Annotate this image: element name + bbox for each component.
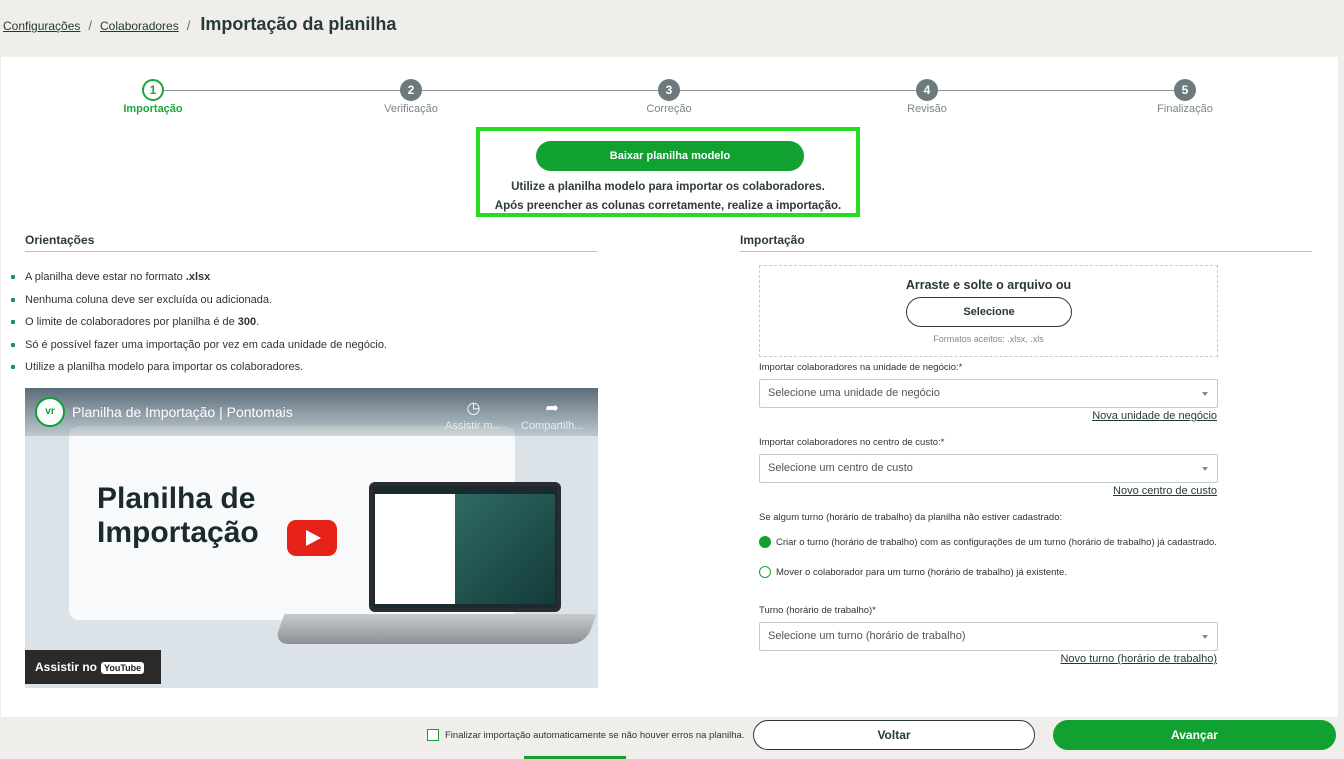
import-title: Importação (740, 233, 805, 247)
step-label: Importação (123, 103, 183, 115)
step-label: Verificação (384, 103, 438, 115)
new-unit-link[interactable]: Nova unidade de negócio (1092, 410, 1217, 422)
template-instructions-line2: Após preencher as colunas corretamente, … (494, 200, 842, 212)
download-template-button[interactable]: Baixar planilha modelo (536, 141, 804, 171)
select-file-button[interactable]: Selecione (906, 297, 1072, 327)
youtube-logo-icon: YouTube (101, 661, 145, 674)
orientations-divider (25, 251, 597, 252)
page-title: Importação da planilha (200, 14, 397, 34)
list-item: Nenhuma coluna deve ser excluída ou adic… (11, 294, 387, 317)
watch-on-youtube-button[interactable]: Assistir no YouTube (25, 650, 161, 684)
accepted-formats: Formatos aceitos: .xlsx, .xls (933, 334, 1044, 344)
orientations-title: Orientações (25, 233, 95, 247)
list-item: Só é possível fazer uma importação por v… (11, 339, 387, 362)
bullet-icon (11, 297, 15, 302)
step-correcao: 3 Correção (609, 79, 729, 115)
shift-question: Se algum turno (horário de trabalho) da … (759, 512, 1063, 523)
video-title[interactable]: Planilha de Importação | Pontomais (72, 404, 293, 420)
channel-logo-icon[interactable]: vr (35, 397, 65, 427)
step-importacao: 1 Importação (93, 79, 213, 115)
radio-selected-icon[interactable] (759, 536, 771, 548)
step-number: 2 (400, 79, 422, 101)
step-number: 5 (1174, 79, 1196, 101)
youtube-play-icon[interactable] (287, 520, 337, 556)
dropzone-title: Arraste e solte o arquivo ou (905, 278, 1072, 292)
auto-finish-checkbox[interactable] (427, 729, 439, 741)
step-finalizacao: 5 Finalização (1125, 79, 1245, 115)
bullet-icon (11, 365, 15, 369)
auto-finish-label: Finalizar importação automaticamente se … (445, 729, 745, 741)
breadcrumb-separator: / (186, 18, 191, 33)
radio-move-employee[interactable]: Mover o colaborador para um turno (horár… (759, 566, 1067, 578)
clock-icon: ◷ (466, 400, 481, 417)
file-dropzone[interactable]: Arraste e solte o arquivo ou Selecione F… (759, 265, 1218, 357)
unit-label: Importar colaboradores na unidade de neg… (759, 362, 963, 373)
shift-label: Turno (horário de trabalho)* (759, 605, 876, 616)
breadcrumb-link-colaboradores[interactable]: Colaboradores (100, 19, 179, 33)
step-verificacao: 2 Verificação (351, 79, 471, 115)
chevron-down-icon (1202, 392, 1208, 396)
unit-select[interactable]: Selecione uma unidade de negócio (759, 379, 1218, 408)
share-arrow-icon: ➦ (545, 400, 559, 417)
video-headline: Planilha de Importação (97, 482, 259, 549)
bullet-icon (11, 275, 15, 279)
orientations-list: A planilha deve estar no formato .xlsx N… (11, 271, 387, 384)
import-card: 1 Importação 2 Verificação 3 Correção 4 … (1, 57, 1338, 717)
watch-later-button[interactable]: ◷ Assistir m... (445, 398, 502, 432)
laptop-base (273, 614, 597, 644)
new-cost-center-link[interactable]: Novo centro de custo (1113, 485, 1217, 497)
share-button[interactable]: ➦ Compartilh... (521, 398, 583, 432)
radio-unselected-icon[interactable] (759, 566, 771, 578)
list-item: Utilize a planilha modelo para importar … (11, 361, 387, 384)
step-number: 1 (142, 79, 164, 101)
step-revisao: 4 Revisão (867, 79, 987, 115)
step-number: 4 (916, 79, 938, 101)
next-button[interactable]: Avançar (1053, 720, 1336, 750)
shift-select[interactable]: Selecione um turno (horário de trabalho) (759, 622, 1218, 651)
step-label: Finalização (1157, 103, 1213, 115)
template-download-box: Baixar planilha modelo Utilize a planilh… (476, 127, 860, 217)
step-number: 3 (658, 79, 680, 101)
list-item: A planilha deve estar no formato .xlsx (11, 271, 387, 294)
breadcrumb: Configurações / Colaboradores / Importaç… (3, 14, 396, 35)
import-divider (740, 251, 1312, 252)
back-button[interactable]: Voltar (753, 720, 1035, 750)
cost-center-select[interactable]: Selecione um centro de custo (759, 454, 1218, 483)
chevron-down-icon (1202, 467, 1208, 471)
chevron-down-icon (1202, 635, 1208, 639)
template-instructions-line1: Utilize a planilha modelo para importar … (511, 181, 825, 193)
radio-create-shift[interactable]: Criar o turno (horário de trabalho) com … (759, 536, 1217, 548)
breadcrumb-separator: / (88, 18, 93, 33)
cost-center-label: Importar colaboradores no centro de cust… (759, 437, 945, 448)
step-label: Revisão (907, 103, 947, 115)
laptop-illustration (369, 482, 561, 612)
bullet-icon (11, 342, 15, 347)
step-label: Correção (646, 103, 692, 115)
breadcrumb-link-configuracoes[interactable]: Configurações (3, 19, 80, 33)
bullet-icon (11, 320, 15, 324)
new-shift-link[interactable]: Novo turno (horário de trabalho) (1060, 653, 1217, 665)
auto-finish-option[interactable]: Finalizar importação automaticamente se … (427, 729, 744, 741)
tutorial-video[interactable]: vr Planilha de Importação | Pontomais ◷ A… (25, 388, 598, 688)
list-item: O limite de colaboradores por planilha é… (11, 316, 387, 339)
